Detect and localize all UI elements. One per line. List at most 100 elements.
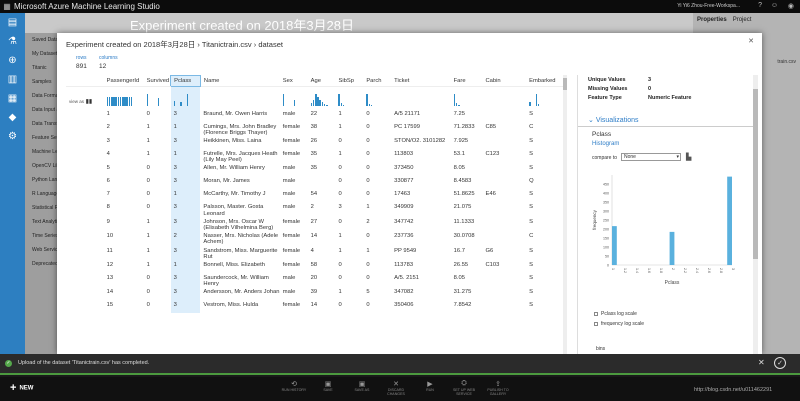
settings-icon[interactable]: ⚙	[0, 127, 25, 146]
table-cell[interactable]: 16.7	[451, 246, 483, 260]
table-cell[interactable]: 0	[363, 260, 391, 273]
table-cell[interactable]: male	[280, 176, 308, 189]
table-cell[interactable]: 1	[335, 246, 363, 260]
table-cell[interactable]: 1	[144, 136, 171, 149]
table-cell[interactable]: female	[280, 136, 308, 149]
table-cell[interactable]: 22	[308, 109, 336, 122]
table-cell[interactable]: 1	[104, 109, 144, 122]
table-cell[interactable]: 350406	[391, 300, 451, 313]
table-cell[interactable]: 27	[308, 217, 336, 231]
table-cell[interactable]: S	[526, 109, 566, 122]
datasets-icon[interactable]: ▦	[0, 89, 25, 108]
table-cell[interactable]: C103	[483, 260, 527, 273]
table-cell[interactable]: 1	[335, 149, 363, 163]
table-cell[interactable]: 3	[170, 287, 201, 301]
table-cell[interactable]: 51.8625	[451, 189, 483, 202]
table-cell[interactable]: 0	[363, 122, 391, 136]
command-button-publish-to-gallery[interactable]: ⇪ PUBLISH TO GALLERY	[481, 380, 515, 396]
table-cell[interactable]	[483, 300, 527, 313]
table-cell[interactable]: 20	[308, 273, 336, 287]
table-cell[interactable]: 12	[104, 260, 144, 273]
table-cell[interactable]: Cumings, Mrs. John Bradley (Florence Bri…	[200, 122, 279, 136]
table-cell[interactable]	[483, 273, 527, 287]
table-cell[interactable]: 0	[144, 176, 171, 189]
column-header-embarked[interactable]: Embarked	[526, 75, 566, 87]
table-cell[interactable]: 0	[144, 163, 171, 176]
histogram-view-icon[interactable]: ▮▮	[86, 99, 92, 105]
table-cell[interactable]: E46	[483, 189, 527, 202]
table-cell[interactable]: female	[280, 217, 308, 231]
table-cell[interactable]: Futrelle, Mrs. Jacques Heath (Lily May P…	[200, 149, 279, 163]
histogram-bar-2[interactable]	[669, 231, 675, 265]
table-cell[interactable]: female	[280, 260, 308, 273]
table-cell[interactable]: 347082	[391, 287, 451, 300]
tab-properties[interactable]: Properties	[697, 17, 727, 25]
table-cell[interactable]: 9	[104, 217, 144, 231]
table-cell[interactable]	[483, 176, 527, 189]
histogram-bar-1[interactable]	[612, 226, 617, 265]
table-cell[interactable]: 7.8542	[451, 300, 483, 313]
table-cell[interactable]: 8.4583	[451, 176, 483, 189]
column-mini-histogram[interactable]	[170, 86, 201, 109]
table-cell[interactable]: 54	[308, 189, 336, 202]
table-cell[interactable]: Nasser, Mrs. Nicholas (Adele Achem)	[200, 231, 279, 245]
table-cell[interactable]: 1	[335, 109, 363, 122]
column-mini-histogram[interactable]	[104, 87, 144, 109]
table-cell[interactable]: 1	[144, 246, 171, 260]
command-button-set-up-web-service[interactable]: ⛭ SET UP WEB SERVICE	[447, 380, 481, 396]
table-cell[interactable]	[483, 217, 527, 231]
table-cell[interactable]: 10	[104, 231, 144, 245]
table-cell[interactable]: 0	[363, 176, 391, 189]
table-cell[interactable]: 1	[170, 148, 201, 164]
command-button-run[interactable]: ▶ RUN	[413, 380, 447, 392]
table-cell[interactable]: 58	[308, 260, 336, 273]
column-mini-histogram[interactable]	[335, 87, 363, 109]
table-cell[interactable]: 71.2833	[451, 122, 483, 136]
table-cell[interactable]: 1	[335, 122, 363, 136]
table-cell[interactable]: C	[526, 231, 566, 245]
table-cell[interactable]: 373450	[391, 163, 451, 176]
table-cell[interactable]: 3	[170, 272, 201, 288]
table-cell[interactable]: female	[280, 246, 308, 260]
data-table-container[interactable]: PassengerId Survived Pclass Name Sex Age SibSp…	[66, 75, 566, 354]
table-cell[interactable]: 0	[144, 202, 171, 216]
table-cell[interactable]: 0	[335, 136, 363, 149]
table-cell[interactable]: 0	[335, 176, 363, 189]
column-mini-histogram[interactable]	[451, 87, 483, 109]
close-icon[interactable]: ✕	[748, 37, 754, 45]
frequency-log-scale-checkbox[interactable]: frequency log scale	[594, 321, 644, 327]
table-cell[interactable]: 14	[308, 231, 336, 245]
table-cell[interactable]: male	[280, 189, 308, 202]
table-cell[interactable]: A/5 21171	[391, 109, 451, 122]
table-cell[interactable]	[483, 287, 527, 300]
table-cell[interactable]: 6	[104, 176, 144, 189]
table-cell[interactable]: 11.1333	[451, 217, 483, 231]
notebooks-icon[interactable]: ▥	[0, 70, 25, 89]
table-cell[interactable]: 17463	[391, 189, 451, 202]
column-mini-histogram[interactable]	[200, 87, 279, 109]
column-mini-histogram[interactable]	[363, 87, 391, 109]
table-cell[interactable]: 347742	[391, 217, 451, 231]
table-cell[interactable]: STON/O2. 3101282	[391, 136, 451, 149]
table-cell[interactable]: 3	[170, 245, 201, 260]
compare-select[interactable]: None	[621, 153, 681, 161]
table-cell[interactable]: 53.1	[451, 149, 483, 163]
table-cell[interactable]: Braund, Mr. Owen Harris	[200, 109, 279, 122]
column-header-pclass[interactable]: Pclass	[170, 75, 201, 87]
table-cell[interactable]: Q	[526, 176, 566, 189]
command-button-run-history[interactable]: ⟲ RUN HISTORY	[277, 380, 311, 392]
table-cell[interactable]: 1	[144, 260, 171, 273]
table-cell[interactable]: S	[526, 260, 566, 273]
table-cell[interactable]: PP 9549	[391, 246, 451, 260]
table-cell[interactable]: S	[526, 300, 566, 313]
table-cell[interactable]: 31.275	[451, 287, 483, 300]
table-cell[interactable]: S	[526, 136, 566, 149]
table-cell[interactable]: female	[280, 122, 308, 136]
table-cell[interactable]: 0	[363, 149, 391, 163]
command-button-discard-changes[interactable]: ✕ DISCARD CHANGES	[379, 380, 413, 396]
table-cell[interactable]: female	[280, 231, 308, 245]
table-cell[interactable]: 5	[363, 287, 391, 300]
table-cell[interactable]: 7.925	[451, 136, 483, 149]
table-cell[interactable]	[483, 231, 527, 245]
table-cell[interactable]: Saundercock, Mr. William Henry	[200, 273, 279, 287]
